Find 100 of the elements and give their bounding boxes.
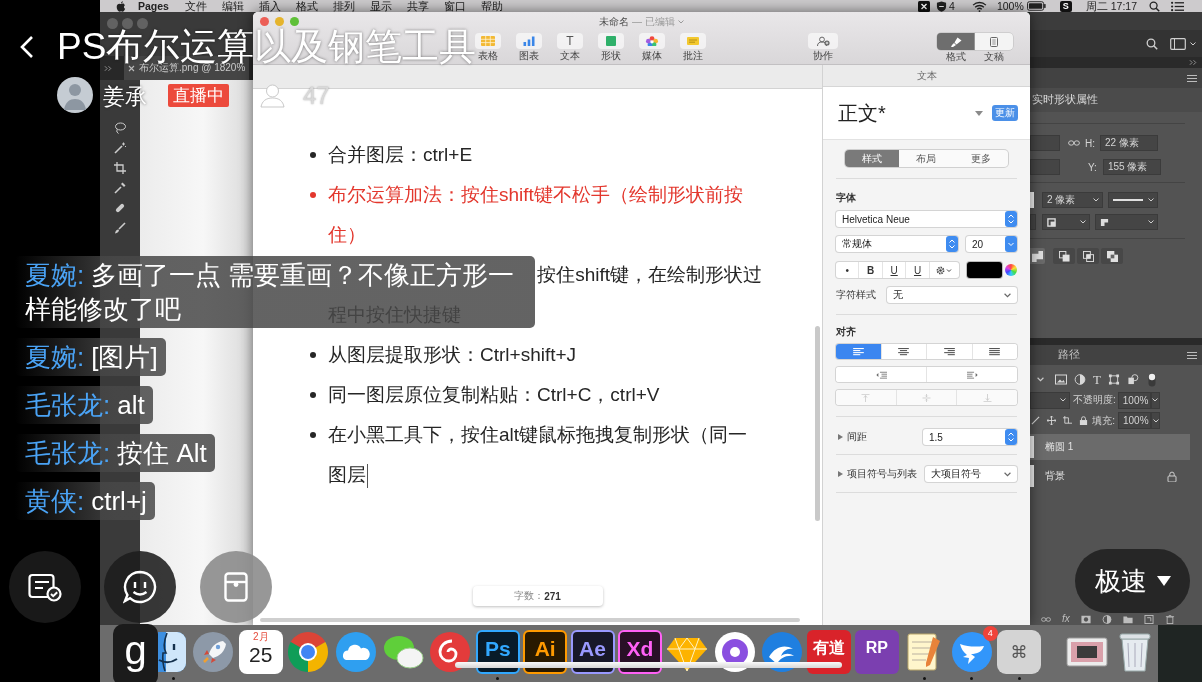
workspace-icon[interactable] <box>1170 37 1186 50</box>
inspector-tab[interactable]: 布局 <box>899 150 954 167</box>
font-style-popup[interactable]: 常规体 <box>836 236 958 252</box>
spacing-field[interactable]: 1.5 <box>923 429 1017 445</box>
bandage-icon[interactable] <box>114 202 126 214</box>
lock-icon[interactable] <box>1079 416 1088 425</box>
swirl-icon[interactable] <box>428 630 473 674</box>
brush-icon[interactable] <box>114 222 126 234</box>
cloud-icon[interactable] <box>333 630 378 674</box>
half-circle-icon[interactable] <box>1074 374 1086 385</box>
horizontal-scrollbar[interactable] <box>260 618 800 622</box>
menu-item[interactable]: 编辑 <box>221 0 244 12</box>
close-square-icon[interactable] <box>918 0 931 12</box>
lock-icon[interactable] <box>1167 470 1177 482</box>
app-icon[interactable]: RP <box>854 630 899 674</box>
alignment-button[interactable] <box>836 344 882 359</box>
menu-item[interactable]: 文件 <box>184 0 207 12</box>
smiling-face-icon[interactable] <box>158 630 188 674</box>
menu-icon[interactable] <box>1187 351 1197 359</box>
opacity-field[interactable]: 100% <box>1117 391 1151 409</box>
path-operation-button[interactable] <box>1030 248 1045 264</box>
section-label[interactable]: 项目符号与列表 <box>847 467 917 481</box>
toolbar-button[interactable]: T 文本 <box>555 33 585 62</box>
close-icon[interactable] <box>128 64 135 72</box>
menu-item[interactable]: 排列 <box>332 0 355 12</box>
input-method-button[interactable]: S <box>1059 0 1072 12</box>
input-field[interactable] <box>1030 159 1060 175</box>
input-field[interactable] <box>1030 135 1060 151</box>
text-style-button[interactable]: • <box>836 262 860 278</box>
type-filter-button[interactable]: T <box>1093 373 1101 386</box>
search-icon[interactable] <box>1149 0 1160 12</box>
battery-icon[interactable] <box>1026 1 1046 11</box>
rocket-icon[interactable] <box>191 630 236 674</box>
dropdown-field[interactable] <box>1030 214 1036 230</box>
menu-item[interactable]: 窗口 <box>443 0 466 12</box>
artboard-icon[interactable] <box>1063 416 1072 425</box>
fill-field[interactable]: 100% <box>1118 412 1151 429</box>
move-icon[interactable] <box>1047 416 1056 425</box>
caret-down-icon[interactable] <box>975 110 983 116</box>
font-family-popup[interactable]: Helvetica Neue <box>836 211 1017 227</box>
chevron-down-icon[interactable] <box>1190 41 1196 46</box>
toolbar-button[interactable]: 图表 <box>514 33 544 62</box>
stroke-width-dropdown[interactable]: 2 像素 <box>1042 192 1103 208</box>
tricolor-circle-icon[interactable] <box>286 630 331 674</box>
shield-icon[interactable] <box>936 0 948 12</box>
toolbar-button[interactable]: 形状 <box>596 33 626 62</box>
vertical-scrollbar[interactable] <box>815 326 820 521</box>
toolbar-button[interactable]: 媒体 <box>637 33 667 62</box>
color-wheel-icon[interactable] <box>1005 264 1017 276</box>
toolbar-button[interactable]: 表格 <box>473 33 503 62</box>
menu-item[interactable]: 格式 <box>295 0 318 12</box>
disclosure-triangle-icon[interactable] <box>838 471 843 477</box>
wing-icon[interactable] <box>949 630 994 674</box>
command-key-icon[interactable]: ⌘ <box>997 630 1042 674</box>
inspector-tab[interactable]: 更多 <box>953 150 1008 167</box>
line-style-dropdown[interactable] <box>1108 192 1158 208</box>
trash-icon[interactable] <box>1164 614 1175 624</box>
path-operation-button[interactable] <box>1077 248 1099 264</box>
toolbar-button[interactable]: 批注 <box>678 33 708 62</box>
app-menu[interactable]: Pages <box>138 0 169 12</box>
half-circle-icon[interactable] <box>1101 614 1112 624</box>
new-layer-icon[interactable] <box>1143 614 1154 624</box>
close-window-icon[interactable] <box>260 17 269 26</box>
inspector-tab[interactable]: 样式 <box>845 150 900 167</box>
dropdown-button[interactable] <box>1151 412 1160 429</box>
stroke-align-dropdown[interactable] <box>1042 214 1090 230</box>
link-icon[interactable] <box>1068 140 1080 146</box>
image-icon[interactable] <box>1055 374 1067 385</box>
list-icon[interactable] <box>1171 0 1184 12</box>
toolbar-button[interactable]: 协作 <box>808 33 838 62</box>
lasso-icon[interactable] <box>114 122 126 134</box>
text-style-button[interactable]: U <box>882 262 907 278</box>
input-field[interactable]: 155 像素 <box>1103 159 1161 175</box>
wifi-icon[interactable] <box>971 0 987 12</box>
panel-tab[interactable]: 路径 <box>1058 348 1080 362</box>
link-icon[interactable] <box>1041 614 1051 624</box>
dropdown-button[interactable] <box>1150 391 1160 409</box>
bullet-style-popup[interactable]: 大项目符号 <box>925 466 1017 482</box>
crop-frame-icon[interactable] <box>1107 374 1120 385</box>
menu-item[interactable]: 共享 <box>406 0 429 12</box>
text-style-button[interactable]: B <box>859 262 883 278</box>
view-tab[interactable]: 格式 <box>937 33 975 63</box>
menu-item[interactable]: 插入 <box>258 0 281 12</box>
collapse-icon[interactable] <box>1189 59 1198 66</box>
menu-item[interactable]: 显示 <box>369 0 392 12</box>
apple-icon[interactable] <box>116 0 126 12</box>
disclosure-triangle-icon[interactable] <box>838 434 843 440</box>
search-icon[interactable] <box>1146 37 1158 50</box>
view-tab[interactable]: 文稿 <box>975 33 1013 63</box>
path-operation-button[interactable] <box>1053 248 1075 264</box>
paragraph-style-name[interactable]: 正文* <box>838 99 886 127</box>
stroke-swatch-icon[interactable] <box>1030 192 1034 208</box>
crop-icon[interactable] <box>114 162 126 174</box>
shape-layer-icon[interactable] <box>1126 374 1139 385</box>
avatar[interactable] <box>57 77 93 113</box>
slash-icon[interactable] <box>1031 416 1040 425</box>
character-style-popup[interactable]: 无 <box>887 287 1017 303</box>
collapse-icon[interactable] <box>104 64 113 72</box>
effects-button[interactable]: fx <box>1062 613 1070 625</box>
wand-icon[interactable] <box>114 142 126 154</box>
